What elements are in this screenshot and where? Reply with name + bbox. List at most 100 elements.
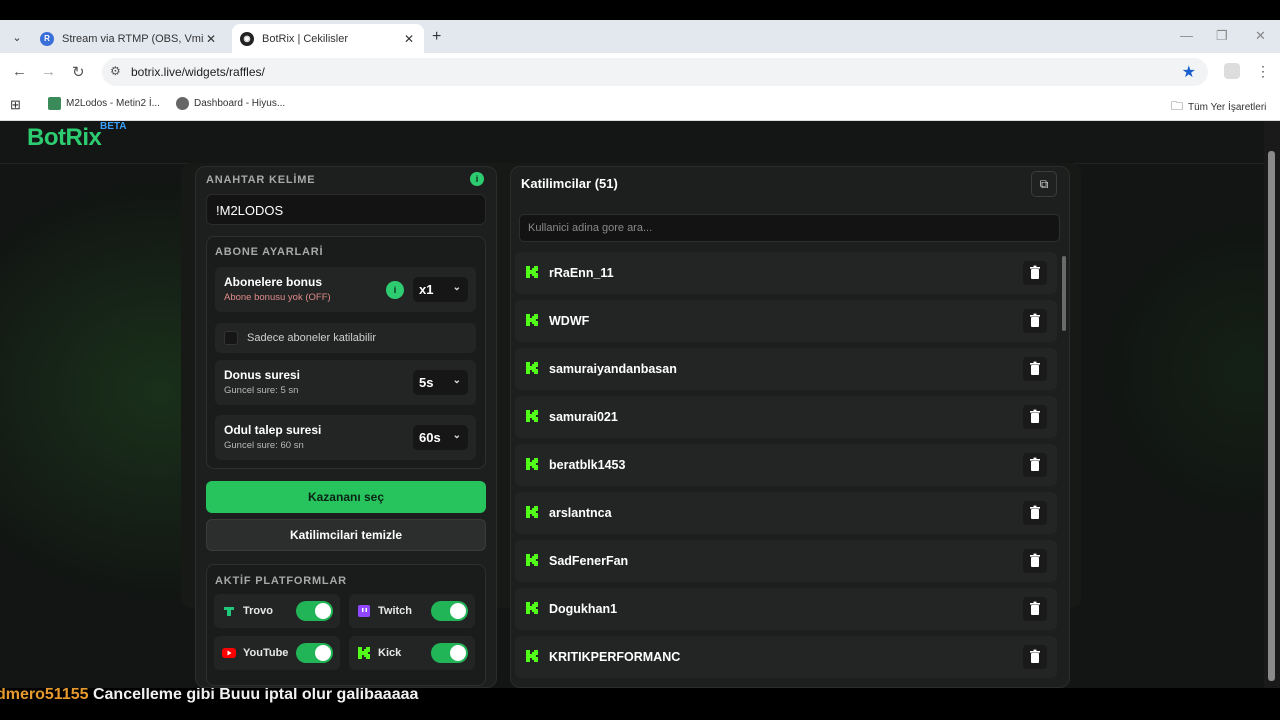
kick-icon: [358, 647, 370, 659]
keyword-input[interactable]: !M2LODOS: [206, 194, 486, 225]
kick-icon: [526, 410, 538, 422]
bookmark-star-icon[interactable]: ★: [1182, 62, 1196, 82]
botrix-logo[interactable]: BotRix: [27, 124, 102, 152]
screen-top-strip: [0, 0, 1280, 20]
site-header: BotRix BETA: [0, 121, 1264, 164]
list-item: beratblk1453: [515, 444, 1057, 486]
all-bookmarks-folder[interactable]: 🗀 Tüm Yer İşaretleri: [1171, 97, 1266, 118]
sub-bonus-title: Abonelere bonus: [224, 275, 323, 289]
site-info-icon[interactable]: ⚙: [110, 64, 121, 78]
sub-bonus-select[interactable]: x1 ⌄: [413, 277, 468, 302]
spin-time-select[interactable]: 5s ⌄: [413, 370, 468, 395]
kick-icon: [526, 314, 538, 326]
chevron-down-icon: ⌄: [452, 430, 461, 441]
omnibox[interactable]: ⚙ botrix.live/widgets/raffles/ ★: [102, 58, 1208, 86]
scrollbar-thumb[interactable]: [1062, 256, 1066, 331]
trovo-toggle[interactable]: [296, 601, 333, 621]
trash-icon[interactable]: [1023, 453, 1047, 477]
menu-kebab-icon[interactable]: ⋮: [1256, 63, 1270, 80]
participant-name: Dogukhan1: [549, 602, 618, 616]
tab-title: Stream via RTMP (OBS, Vmix, Z...: [62, 32, 204, 45]
trash-icon[interactable]: [1023, 405, 1047, 429]
apps-grid-icon[interactable]: ⊞: [10, 97, 21, 113]
subs-only-checkbox[interactable]: [224, 331, 238, 345]
trash-icon[interactable]: [1023, 501, 1047, 525]
participant-name: arslantnca: [549, 506, 612, 520]
list-item: samuraiyandanbasan: [515, 348, 1057, 390]
twitch-toggle[interactable]: [431, 601, 468, 621]
kick-icon: [526, 266, 538, 278]
clear-participants-button[interactable]: Katilimcilari temizle: [206, 519, 486, 551]
ticker-username: dmero51155: [0, 688, 89, 703]
trash-icon[interactable]: [1023, 261, 1047, 285]
search-placeholder: Kullanici adina gore ara...: [528, 222, 653, 234]
info-icon[interactable]: i: [386, 281, 404, 299]
list-item: KRITIKPERFORMANC: [515, 636, 1057, 678]
close-tab-icon[interactable]: ✕: [204, 32, 218, 46]
bookmark-m2lodos[interactable]: M2Lodos - Metin2 İ...: [48, 97, 160, 110]
info-icon[interactable]: i: [470, 172, 484, 186]
pick-winner-button[interactable]: Kazananı seç: [206, 481, 486, 513]
bookmark-dashboard[interactable]: Dashboard - Hiyus...: [176, 97, 285, 110]
kick-toggle[interactable]: [431, 643, 468, 663]
trash-icon[interactable]: [1023, 357, 1047, 381]
youtube-toggle[interactable]: [296, 643, 333, 663]
list-item: rRaEnn_11: [515, 252, 1057, 294]
platform-trovo: Trovo: [214, 594, 340, 628]
forward-icon[interactable]: →: [41, 63, 56, 80]
restream-icon: R: [40, 31, 54, 46]
url-text[interactable]: botrix.live/widgets/raffles/: [131, 65, 265, 79]
m2lodos-icon: [48, 97, 61, 110]
participant-name: rRaEnn_11: [549, 266, 614, 280]
participants-scrollbar[interactable]: [1061, 248, 1068, 688]
scrollbar-thumb[interactable]: [1268, 151, 1275, 681]
list-item: arslantnca: [515, 492, 1057, 534]
kick-icon: [526, 602, 538, 614]
keyword-label: ANAHTAR KELİME: [206, 174, 316, 186]
window-close-icon[interactable]: ✕: [1255, 28, 1266, 44]
back-icon[interactable]: ←: [12, 63, 27, 80]
restore-icon[interactable]: ❐: [1216, 28, 1228, 44]
close-tab-icon[interactable]: ✕: [402, 32, 416, 46]
address-bar: ← → ↻ ⚙ botrix.live/widgets/raffles/ ★ ⋮: [0, 53, 1280, 91]
trash-icon[interactable]: [1023, 645, 1047, 669]
copy-icon[interactable]: ⧉: [1031, 171, 1057, 197]
list-item: samurai021: [515, 396, 1057, 438]
minimize-icon[interactable]: —: [1180, 28, 1193, 43]
extension-icon[interactable]: [1224, 63, 1240, 79]
platforms-label: AKTİF PLATFORMLAR: [215, 575, 347, 587]
new-tab-button[interactable]: +: [432, 28, 441, 46]
trash-icon[interactable]: [1023, 597, 1047, 621]
claim-time-subtitle: Guncel sure: 60 sn: [224, 440, 304, 451]
tab-title: BotRix | Cekilisler: [262, 32, 348, 45]
subs-only-row[interactable]: Sadece aboneler katilabilir: [215, 323, 476, 353]
kick-icon: [526, 458, 538, 470]
page-scrollbar[interactable]: [1264, 121, 1280, 696]
platform-name: Twitch: [378, 605, 413, 617]
list-item: Dogukhan1: [515, 588, 1057, 630]
platform-name: YouTube: [243, 647, 289, 659]
select-value: 60s: [419, 430, 441, 445]
claim-time-select[interactable]: 60s ⌄: [413, 425, 468, 450]
trash-icon[interactable]: [1023, 309, 1047, 333]
raffle-settings-panel: ANAHTAR KELİME i !M2LODOS ABONE AYARLARİ…: [195, 166, 497, 688]
chevron-down-icon: ⌄: [452, 282, 461, 293]
beta-badge: BETA: [100, 121, 127, 132]
sub-settings-label: ABONE AYARLARİ: [215, 246, 324, 258]
folder-label: Tüm Yer İşaretleri: [1188, 102, 1267, 113]
trash-icon[interactable]: [1023, 549, 1047, 573]
tab-bar: ⌄ R Stream via RTMP (OBS, Vmix, Z... ✕ ◉…: [0, 20, 1280, 53]
participants-panel: Katilimcilar (51) ⧉ Kullanici adina gore…: [510, 166, 1070, 688]
select-value: 5s: [419, 375, 434, 390]
tab-search-button[interactable]: ⌄: [6, 26, 28, 48]
subs-only-label: Sadece aboneler katilabilir: [247, 332, 377, 344]
claim-time-title: Odul talep suresi: [224, 423, 322, 437]
participant-search-input[interactable]: Kullanici adina gore ara...: [519, 214, 1060, 242]
tab-botrix[interactable]: ◉ BotRix | Cekilisler ✕: [232, 24, 424, 53]
reload-icon[interactable]: ↻: [72, 63, 85, 81]
platform-twitch: Twitch: [349, 594, 475, 628]
tab-restream[interactable]: R Stream via RTMP (OBS, Vmix, Z... ✕: [32, 24, 226, 53]
kick-icon: [526, 650, 538, 662]
bookmark-label: Dashboard - Hiyus...: [194, 98, 286, 109]
participant-name: SadFenerFan: [549, 554, 629, 568]
